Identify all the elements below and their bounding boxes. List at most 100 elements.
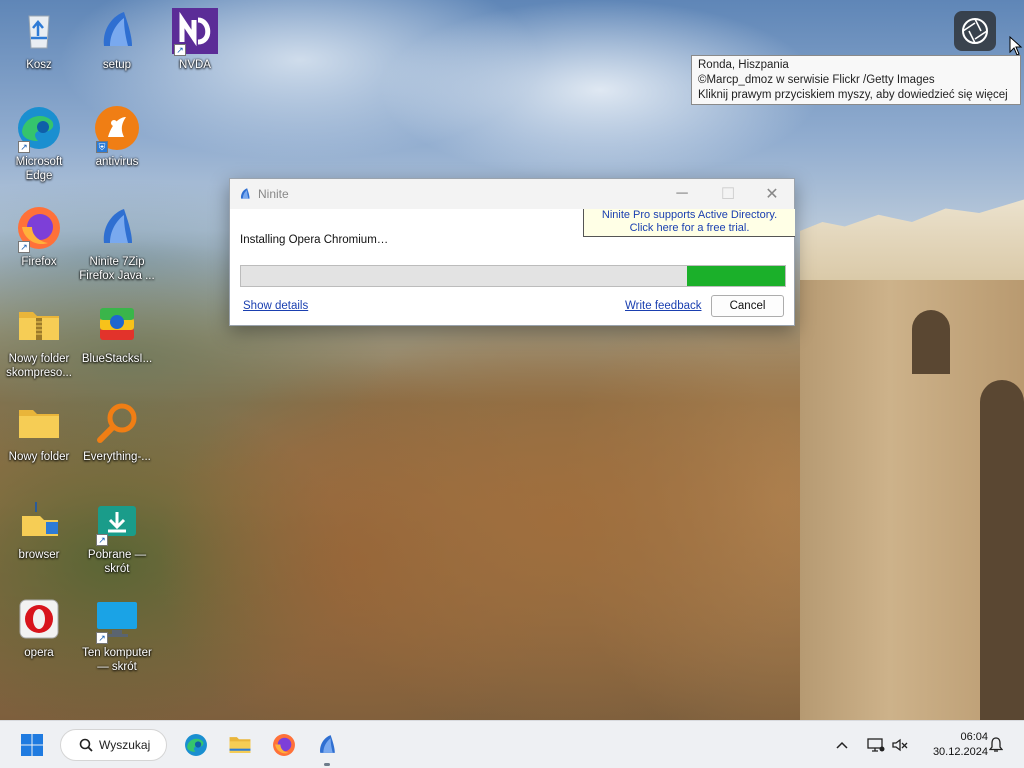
- ninite-icon: [238, 187, 252, 201]
- desktop-icon-label: Nowy folder: [8, 451, 70, 463]
- desktop-icon-ninite-bundle[interactable]: Ninite 7Zip Firefox Java ...: [78, 205, 156, 283]
- desktop-icon-label: BlueStacksI...: [81, 353, 153, 365]
- bluestacks-icon: [94, 302, 140, 348]
- volume-button[interactable]: [884, 729, 916, 761]
- desktop-icon-zip-folder[interactable]: Nowy folder skompreso...: [0, 302, 78, 380]
- shortcut-arrow-icon: ↗: [96, 534, 108, 546]
- desktop-icon-label: setup: [102, 59, 132, 71]
- install-progress-bar: [240, 265, 786, 287]
- firefox-icon: ↗: [16, 205, 62, 253]
- edge-icon: ↗: [16, 105, 62, 153]
- folder-icon: [229, 737, 251, 753]
- network-disconnected-icon: [867, 738, 885, 752]
- desktop-icon-recycle-bin[interactable]: Kosz: [0, 8, 78, 72]
- taskbar-edge-button[interactable]: [180, 729, 212, 761]
- desktop-icon-setup[interactable]: setup: [78, 8, 156, 72]
- recycle-bin-icon: [16, 8, 62, 54]
- desktop-icon-everything[interactable]: Everything-...: [78, 400, 156, 464]
- bell-icon: [989, 737, 1003, 752]
- start-button[interactable]: [16, 729, 48, 761]
- desktop-icon-browser[interactable]: browser: [0, 498, 78, 562]
- camera-aperture-icon: [962, 18, 988, 44]
- desktop-icon-this-pc[interactable]: ↗ Ten komputer — skrót: [78, 596, 156, 674]
- cancel-button[interactable]: Cancel: [711, 295, 784, 317]
- zip-folder-icon: [16, 302, 62, 348]
- chevron-up-icon: [836, 741, 848, 749]
- ninite-icon: [320, 735, 335, 753]
- shortcut-arrow-icon: ↗: [18, 141, 30, 153]
- show-details-link[interactable]: Show details: [243, 300, 308, 312]
- search-label: Wyszukaj: [99, 738, 151, 752]
- windows-logo-icon: [21, 734, 43, 756]
- magnifier-icon: [94, 400, 140, 446]
- desktop-icon-label: NVDA: [179, 59, 211, 71]
- write-feedback-link[interactable]: Write feedback: [625, 300, 702, 312]
- ninite-pro-promo-link[interactable]: Ninite Pro supports Active Directory. Cl…: [583, 209, 795, 237]
- wallpaper-info-tooltip: Ronda, Hiszpania ©Marcp_dmoz w serwisie …: [691, 55, 1021, 105]
- desktop-icon-opera[interactable]: opera: [0, 596, 78, 660]
- desktop-icon-edge[interactable]: ↗ Microsoft Edge: [0, 105, 78, 183]
- taskbar-firefox-button[interactable]: [268, 729, 300, 761]
- folder-icon: [16, 400, 62, 446]
- wallpaper-town: [800, 199, 1024, 285]
- promo-line-1: Ninite Pro supports Active Directory.: [601, 209, 778, 221]
- tooltip-location: Ronda, Hiszpania: [698, 59, 789, 71]
- window-titlebar[interactable]: Ninite ─ ☐ ✕: [230, 179, 794, 209]
- browser-file-icon: [16, 498, 62, 544]
- opera-installer-icon: [16, 596, 62, 642]
- desktop-icon-label: browser: [18, 549, 60, 561]
- desktop-icon-nvda[interactable]: ↗ NVDA: [156, 8, 234, 72]
- desktop-icon-label: Pobrane — skrót: [87, 549, 147, 575]
- search-icon: [79, 738, 93, 752]
- taskbar-ninite-button[interactable]: [311, 729, 343, 761]
- desktop-icon-antivirus[interactable]: ⛨ antivirus: [78, 105, 156, 169]
- speaker-muted-icon: [892, 738, 908, 752]
- window-title: Ninite: [258, 187, 289, 201]
- ninite-window: Ninite ─ ☐ ✕ Ninite Pro supports Active …: [229, 178, 795, 326]
- learn-about-picture-button[interactable]: [954, 11, 996, 51]
- taskbar-clock[interactable]: 06:04 30.12.2024: [918, 730, 988, 760]
- desktop-icon-label: Firefox: [21, 256, 57, 268]
- download-folder-icon: ↗: [94, 498, 140, 546]
- taskbar: Wyszukaj 06:04 30.12.2024: [0, 720, 1024, 768]
- notifications-button[interactable]: [980, 729, 1012, 761]
- shortcut-arrow-icon: ↗: [96, 632, 108, 644]
- progress-fill: [687, 266, 785, 286]
- shortcut-arrow-icon: ↗: [174, 44, 186, 56]
- running-indicator: [324, 763, 330, 766]
- clock-time: 06:04: [960, 731, 988, 743]
- taskbar-search-box[interactable]: Wyszukaj: [60, 729, 167, 761]
- ninite-icon: [94, 205, 140, 251]
- close-button[interactable]: ✕: [749, 179, 795, 209]
- desktop-icon-bluestacks[interactable]: BlueStacksI...: [78, 302, 156, 366]
- desktop-icon-label: Microsoft Edge: [15, 156, 63, 182]
- maximize-button[interactable]: ☐: [705, 179, 751, 209]
- minimize-button[interactable]: ─: [659, 179, 705, 209]
- desktop-icon-label: Ninite 7Zip Firefox Java ...: [79, 256, 155, 282]
- desktop-icon-label: Ten komputer — skrót: [82, 647, 152, 673]
- desktop-icon-label: Kosz: [26, 59, 52, 71]
- clock-date: 30.12.2024: [932, 746, 988, 758]
- desktop-icon-label: Nowy folder skompreso...: [6, 353, 72, 379]
- edge-icon: [185, 734, 207, 756]
- desktop-icon-firefox[interactable]: ↗ Firefox: [0, 205, 78, 269]
- desktop-icon-label: Everything-...: [83, 451, 151, 463]
- taskbar-file-explorer-button[interactable]: [224, 729, 256, 761]
- desktop-icon-downloads[interactable]: ↗ Pobrane — skrót: [78, 498, 156, 576]
- nvda-icon: ↗: [172, 8, 218, 56]
- monitor-icon: ↗: [94, 596, 140, 644]
- avast-icon: ⛨: [94, 105, 140, 153]
- desktop-icon-label: opera: [24, 647, 54, 659]
- tooltip-credit: ©Marcp_dmoz w serwisie Flickr /Getty Ima…: [698, 74, 935, 86]
- promo-line-2: Click here for a free trial.: [629, 222, 750, 234]
- desktop-icon-label: antivirus: [95, 156, 139, 168]
- shortcut-arrow-icon: ↗: [18, 241, 30, 253]
- wallpaper-bridge: [800, 280, 1024, 720]
- firefox-icon: [273, 734, 295, 756]
- install-status-text: Installing Opera Chromium…: [240, 234, 389, 246]
- show-hidden-icons-button[interactable]: [826, 729, 858, 761]
- desktop-icon-new-folder[interactable]: Nowy folder: [0, 400, 78, 464]
- shield-icon: ⛨: [96, 141, 108, 153]
- tooltip-hint: Kliknij prawym przyciskiem myszy, aby do…: [698, 89, 1008, 101]
- ninite-icon: [94, 8, 140, 54]
